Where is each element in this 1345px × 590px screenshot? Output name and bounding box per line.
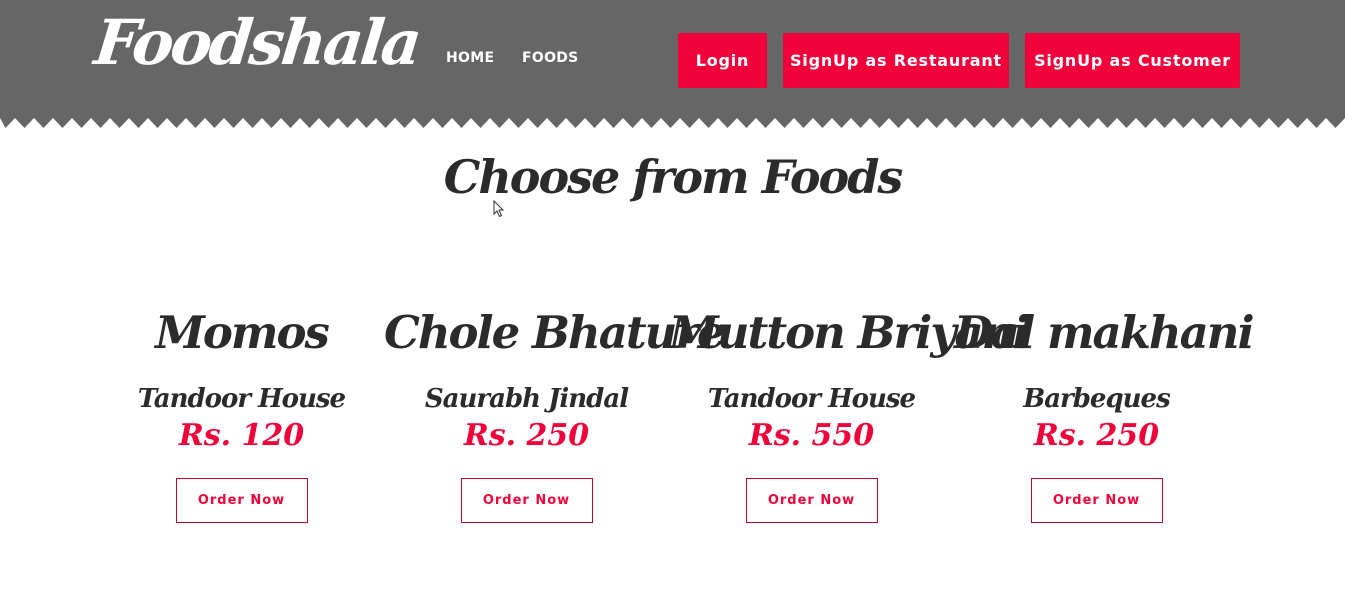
site-header: Foodshala HOME FOODS Login SignUp as Res…: [0, 0, 1345, 128]
order-now-button[interactable]: Order Now: [745, 478, 878, 523]
restaurant-name: Tandoor House: [707, 384, 916, 414]
food-card: Momos Tandoor House Rs. 120 Order Now: [99, 300, 384, 523]
food-card: Mutton Briyani Tandoor House Rs. 550 Ord…: [669, 300, 1029, 523]
foodshala-logo[interactable]: Foodshala: [91, 6, 422, 79]
nav-home-link[interactable]: HOME: [446, 50, 494, 66]
food-name: Mutton Briyani: [669, 306, 1029, 359]
food-card: Chole Bhature Saurabh Jindal Rs. 250 Ord…: [384, 300, 726, 523]
restaurant-name: Tandoor House: [137, 384, 346, 414]
signup-restaurant-button[interactable]: SignUp as Restaurant: [783, 33, 1009, 88]
food-price: Rs. 250: [1033, 418, 1160, 453]
food-price: Rs. 120: [178, 418, 305, 453]
food-price: Rs. 250: [463, 418, 590, 453]
login-button[interactable]: Login: [678, 33, 767, 88]
order-now-button[interactable]: Order Now: [1030, 478, 1163, 523]
order-now-button[interactable]: Order Now: [175, 478, 308, 523]
nav-foods-link[interactable]: FOODS: [522, 50, 579, 66]
restaurant-name: Barbeques: [1023, 384, 1171, 414]
food-name: Chole Bhature: [384, 306, 726, 359]
signup-customer-button[interactable]: SignUp as Customer: [1025, 33, 1240, 88]
mouse-cursor-icon: [493, 200, 505, 218]
section-title: Choose from Foods: [443, 150, 904, 204]
food-card: Dal makhani Barbeques Rs. 250 Order Now: [954, 300, 1255, 523]
food-name: Dal makhani: [954, 306, 1255, 359]
food-price: Rs. 550: [748, 418, 875, 453]
order-now-button[interactable]: Order Now: [460, 478, 593, 523]
food-name: Momos: [155, 306, 330, 359]
restaurant-name: Saurabh Jindal: [424, 384, 629, 414]
